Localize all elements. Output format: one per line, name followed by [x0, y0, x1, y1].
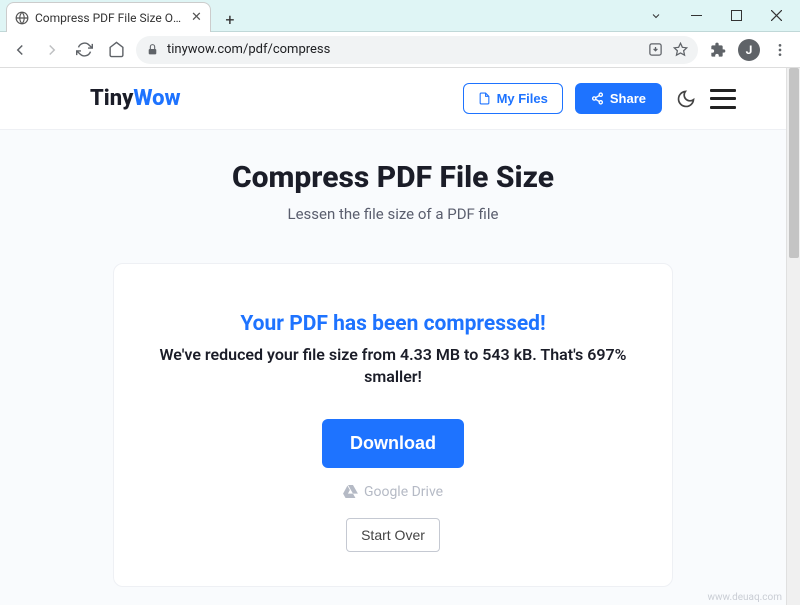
back-button[interactable] — [8, 38, 32, 62]
logo[interactable]: TinyWow — [90, 86, 181, 111]
card-description: We've reduced your file size from 4.33 M… — [154, 344, 632, 389]
scroll-thumb[interactable] — [789, 68, 799, 258]
google-drive-icon — [343, 485, 358, 498]
page-content: TinyWow My Files Share Compress PDF File… — [0, 68, 786, 605]
lock-icon — [146, 43, 159, 56]
share-button[interactable]: Share — [575, 83, 662, 114]
my-files-button[interactable]: My Files — [463, 83, 563, 114]
menu-icon[interactable] — [768, 38, 792, 62]
file-icon — [478, 92, 491, 105]
google-drive-button[interactable]: Google Drive — [154, 484, 632, 500]
tab-strip: Compress PDF File Size Online F… ✕ + — [0, 0, 243, 32]
extensions-icon[interactable] — [706, 38, 730, 62]
watermark: www.deuaq.com — [708, 592, 783, 603]
share-icon — [591, 92, 604, 105]
scrollbar[interactable] — [786, 68, 800, 605]
theme-toggle[interactable] — [674, 87, 698, 111]
reload-button[interactable] — [72, 38, 96, 62]
maximize-button[interactable] — [716, 2, 756, 30]
browser-toolbar: tinywow.com/pdf/compress J — [0, 32, 800, 68]
page-title: Compress PDF File Size — [60, 160, 726, 195]
chevron-down-icon[interactable] — [636, 2, 676, 30]
minimize-button[interactable] — [676, 2, 716, 30]
install-icon[interactable] — [648, 42, 663, 57]
moon-icon — [676, 89, 696, 109]
window-titlebar: Compress PDF File Size Online F… ✕ + — [0, 0, 800, 32]
site-header: TinyWow My Files Share — [0, 68, 786, 130]
browser-tab[interactable]: Compress PDF File Size Online F… ✕ — [6, 2, 211, 32]
close-icon[interactable]: ✕ — [191, 10, 202, 25]
avatar[interactable]: J — [738, 39, 760, 61]
start-over-button[interactable]: Start Over — [346, 518, 440, 552]
globe-icon — [15, 11, 29, 25]
close-window-button[interactable] — [756, 2, 796, 30]
home-button[interactable] — [104, 38, 128, 62]
card-title: Your PDF has been compressed! — [154, 312, 632, 336]
url-text: tinywow.com/pdf/compress — [167, 42, 640, 57]
star-icon[interactable] — [673, 42, 688, 57]
result-card: Your PDF has been compressed! We've redu… — [113, 263, 673, 587]
forward-button[interactable] — [40, 38, 64, 62]
hamburger-menu[interactable] — [710, 89, 736, 109]
new-tab-button[interactable]: + — [217, 6, 243, 32]
address-bar[interactable]: tinywow.com/pdf/compress — [136, 36, 698, 64]
page-subtitle: Lessen the file size of a PDF file — [60, 205, 726, 223]
tab-title: Compress PDF File Size Online F… — [35, 11, 185, 25]
download-button[interactable]: Download — [322, 419, 464, 468]
